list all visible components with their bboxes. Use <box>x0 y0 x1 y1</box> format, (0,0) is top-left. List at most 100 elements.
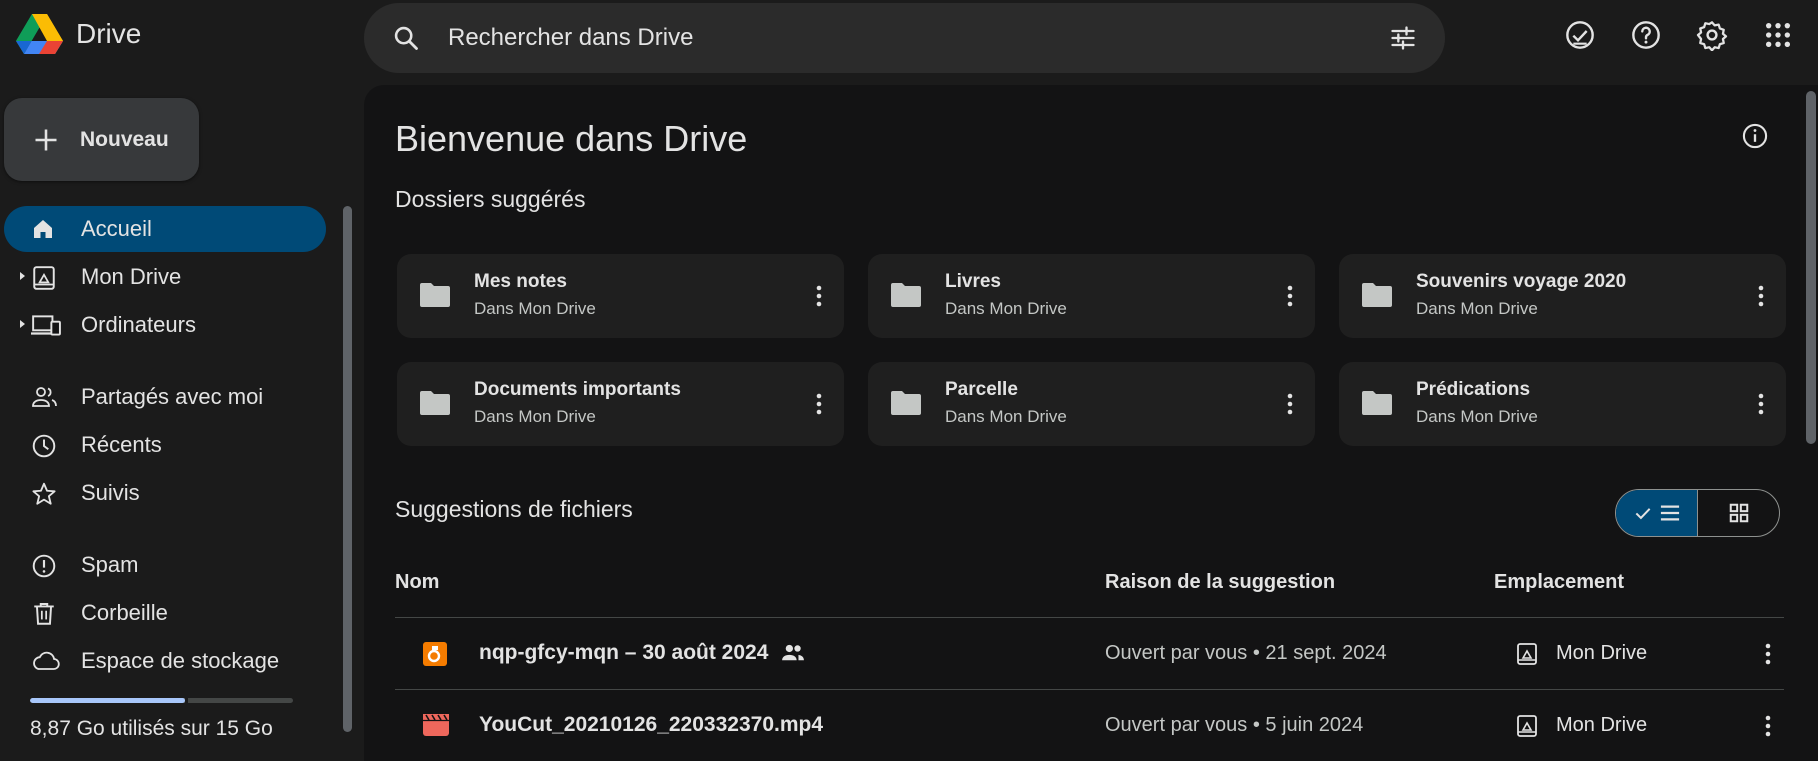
storage-bar-gap <box>185 698 189 703</box>
folder-name: Documents importants <box>474 379 681 400</box>
more-options-icon[interactable] <box>1758 392 1764 416</box>
file-location: Mon Drive <box>1556 714 1648 736</box>
sidebar-item-my-drive[interactable]: Mon Drive <box>4 254 326 300</box>
folder-card[interactable]: Parcelle Dans Mon Drive <box>868 362 1315 446</box>
drive-logo[interactable]: Drive <box>16 14 141 54</box>
sidebar-item-starred[interactable]: Suivis <box>4 470 326 516</box>
folder-icon <box>890 282 922 308</box>
more-options-icon[interactable] <box>816 392 822 416</box>
sidebar-item-label: Suivis <box>81 480 140 505</box>
cloud-icon <box>31 649 61 673</box>
view-toggle <box>1615 489 1780 537</box>
folder-name: Parcelle <box>945 379 1018 400</box>
folder-name: Livres <box>945 271 1001 292</box>
list-view-icon <box>1659 503 1681 523</box>
search-options-icon[interactable] <box>1389 24 1417 52</box>
folder-icon <box>890 390 922 416</box>
folder-icon <box>419 282 451 308</box>
more-options-icon[interactable] <box>1287 284 1293 308</box>
sidebar-scrollbar[interactable] <box>343 206 352 732</box>
sidebar-item-label: Accueil <box>81 216 152 241</box>
trash-icon <box>31 601 57 627</box>
folder-icon <box>1361 282 1393 308</box>
folder-card[interactable]: Souvenirs voyage 2020 Dans Mon Drive <box>1339 254 1786 338</box>
folder-icon <box>419 390 451 416</box>
sidebar-item-recent[interactable]: Récents <box>4 422 326 468</box>
sidebar-item-computers[interactable]: Ordinateurs <box>4 302 326 348</box>
settings-icon[interactable] <box>1694 17 1730 53</box>
list-view-button[interactable] <box>1616 490 1698 536</box>
my-drive-icon <box>1515 642 1539 666</box>
folder-location: Dans Mon Drive <box>474 407 596 426</box>
new-button[interactable]: Nouveau <box>4 98 199 181</box>
ready-for-offline-icon[interactable] <box>1562 17 1598 53</box>
folder-card[interactable]: Mes notes Dans Mon Drive <box>397 254 844 338</box>
top-bar: Drive <box>0 0 1818 76</box>
sidebar-item-label: Mon Drive <box>81 264 182 289</box>
suggestion-reason: Ouvert par vous • 21 sept. 2024 <box>1105 642 1387 664</box>
more-options-icon[interactable] <box>1287 392 1293 416</box>
sidebar-item-trash[interactable]: Corbeille <box>4 590 326 636</box>
column-header-location[interactable]: Emplacement <box>1494 571 1624 594</box>
sidebar-item-label: Spam <box>81 552 139 577</box>
storage-progress-bar <box>30 698 293 703</box>
table-row[interactable]: nqp-gfcy-mqn – 30 août 2024 Ouvert par v… <box>395 618 1784 690</box>
column-header-name[interactable]: Nom <box>395 571 439 594</box>
home-icon <box>31 217 55 241</box>
my-drive-icon <box>1515 714 1539 738</box>
more-options-icon[interactable] <box>1758 284 1764 308</box>
sidebar-item-label: Ordinateurs <box>81 312 196 337</box>
file-name-text: nqp-gfcy-mqn – 30 août 2024 <box>479 641 769 664</box>
table-row[interactable]: YouCut_20210126_220332370.mp4 Ouvert par… <box>395 690 1784 761</box>
more-options-icon[interactable] <box>1765 714 1771 738</box>
new-button-label: Nouveau <box>80 127 169 151</box>
file-name: YouCut_20210126_220332370.mp4 <box>479 713 823 737</box>
folder-card[interactable]: Livres Dans Mon Drive <box>868 254 1315 338</box>
storage-usage-text: 8,87 Go utilisés sur 15 Go <box>30 717 273 740</box>
computers-icon <box>31 313 61 339</box>
sidebar-item-label: Espace de stockage <box>81 648 280 673</box>
sidebar-item-spam[interactable]: Spam <box>4 542 326 588</box>
folder-location: Dans Mon Drive <box>945 299 1067 318</box>
grid-view-icon <box>1728 502 1750 524</box>
expand-arrow-icon[interactable] <box>18 270 26 282</box>
plus-icon <box>32 126 60 154</box>
clock-icon <box>31 433 57 459</box>
folder-name: Mes notes <box>474 271 567 292</box>
folder-location: Dans Mon Drive <box>1416 299 1538 318</box>
search-icon[interactable] <box>392 24 420 52</box>
sidebar-item-storage[interactable]: Espace de stockage <box>4 638 326 684</box>
folder-name: Souvenirs voyage 2020 <box>1416 271 1627 292</box>
info-icon[interactable] <box>1741 122 1769 150</box>
folder-card[interactable]: Documents importants Dans Mon Drive <box>397 362 844 446</box>
more-options-icon[interactable] <box>1765 642 1771 666</box>
help-icon[interactable] <box>1628 17 1664 53</box>
sidebar-item-shared-with-me[interactable]: Partagés avec moi <box>4 374 326 420</box>
spam-icon <box>31 553 57 579</box>
drive-logo-icon <box>16 14 63 54</box>
storage-used-fill <box>30 698 186 703</box>
grid-view-button[interactable] <box>1698 490 1779 536</box>
star-icon <box>31 481 57 507</box>
meet-recording-icon <box>423 642 447 666</box>
my-drive-icon <box>31 265 57 291</box>
search-input[interactable] <box>448 3 1328 73</box>
more-options-icon[interactable] <box>816 284 822 308</box>
suggested-files-title: Suggestions de fichiers <box>395 496 633 522</box>
folder-location: Dans Mon Drive <box>945 407 1067 426</box>
sidebar-item-home[interactable]: Accueil <box>4 206 326 252</box>
folder-location: Dans Mon Drive <box>1416 407 1538 426</box>
column-header-reason[interactable]: Raison de la suggestion <box>1105 571 1335 594</box>
expand-arrow-icon[interactable] <box>18 318 26 330</box>
sidebar-item-label: Partagés avec moi <box>81 384 264 409</box>
search-bar[interactable] <box>364 3 1445 73</box>
suggested-folders-title: Dossiers suggérés <box>395 186 586 212</box>
video-file-icon <box>423 714 449 736</box>
apps-grid-icon[interactable] <box>1760 17 1796 53</box>
file-name-text: YouCut_20210126_220332370.mp4 <box>479 713 824 736</box>
sidebar-item-label: Corbeille <box>81 600 168 625</box>
folder-card[interactable]: Prédications Dans Mon Drive <box>1339 362 1786 446</box>
main-scrollbar[interactable] <box>1806 91 1816 444</box>
check-icon <box>1633 503 1653 523</box>
folder-name: Prédications <box>1416 379 1531 400</box>
